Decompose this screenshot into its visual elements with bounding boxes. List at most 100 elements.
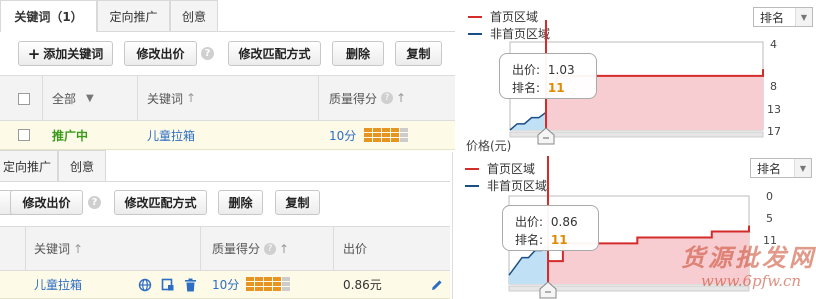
quality-bar-cell [364,138,372,142]
help-icon[interactable]: ? [201,47,214,60]
y-tick-label: 17 [767,125,781,138]
quality-column-label: 质量得分 [329,91,378,106]
top-panel: 关键词（1） 定向推广 创意 + 添加关键词 修改出价 ? 修改匹配方式 删除 … [0,0,455,150]
tooltip-bid-row: 出价: 0.86 [515,213,578,230]
modify-match-button[interactable]: 修改匹配方式 [228,41,321,66]
quality-bar-cell [264,282,272,286]
keyword-column-header[interactable]: 关键词 ↑ [147,76,196,120]
delete-button[interactable]: 删除 [218,190,263,215]
tab-targeting[interactable]: 定向推广 [97,0,170,31]
tab-targeting[interactable]: 定向推广 [0,150,58,181]
y-tick-label: 13 [767,103,781,116]
keyword-column-header[interactable]: 关键词 ↑ [34,227,83,270]
keyword-link[interactable]: 儿童拉箱 [34,271,82,298]
col-divider [25,227,26,270]
quality-bar-cell [255,277,263,281]
tooltip-bid-label: 出价: [515,215,544,229]
tab-keywords[interactable]: 关键词（1） [0,0,97,32]
quality-score: 10分 [212,278,240,292]
help-icon[interactable]: ? [88,196,101,209]
quality-bar-cell [373,133,381,137]
quality-bar-cell [391,133,399,137]
quality-bar-cell [373,128,381,132]
quality-bar-cell [382,138,390,142]
tab-creative[interactable]: 创意 [170,0,218,31]
quality-bar-cell [255,287,263,291]
keyword-column-label: 关键词 [147,91,184,106]
quality-bar-cell [382,128,390,132]
quality-bar-cell [373,138,381,142]
quality-score: 10分 [329,128,357,143]
status-filter-label: 全部 [52,91,77,106]
bottom-panel: 定向推广 创意 修改出价 ? 修改匹配方式 删除 复制 关键词 ↑ 质量得分 ?… [0,150,450,299]
pencil-icon[interactable] [431,271,443,298]
bottom-tab-bar: 定向推广 创意 [0,150,450,182]
tooltip-bid-value: 1.03 [547,63,575,77]
quality-bar-cell [264,277,272,281]
add-keyword-label: 添加关键词 [43,47,104,61]
bottom-table-header: 关键词 ↑ 质量得分 ? ↑ 出价 [0,226,450,271]
modify-bid-button[interactable]: 修改出价 [124,41,197,66]
tooltip-rank-label: 排名: [512,81,541,95]
keyword-link[interactable]: 儿童拉箱 [147,121,195,149]
copy-button[interactable]: 复制 [275,190,320,215]
tooltip-rank-row: 排名: 11 [515,231,568,248]
top-table-header: 全部 ▼ 关键词 ↑ 质量得分 ? ↑ [0,75,455,121]
quality-bar-cell [282,282,290,286]
col-divider [42,76,43,120]
help-icon[interactable]: ? [264,242,277,255]
quality-bar-cell [282,287,290,291]
tooltip-rank-label: 排名: [515,233,544,247]
quality-bars [364,128,408,142]
status-filter[interactable]: 全部 ▼ [52,76,94,120]
tooltip-rank-value: 11 [547,81,565,95]
quality-bar-cell [273,287,281,291]
quality-column-header[interactable]: 质量得分 ? ↑ [212,227,289,270]
quality-column-label: 质量得分 [212,242,261,256]
y-tick-label: 4 [770,38,777,51]
quality-bars [246,277,290,291]
sort-icon: ↑ [186,91,197,105]
tooltip-rank-value: 11 [550,233,568,247]
quality-bar-cell [255,282,263,286]
top-tab-bar: 关键词（1） 定向推广 创意 [0,0,455,32]
quality-bar-cell [391,138,399,142]
quality-bar-cell [400,138,408,142]
sort-icon: ↑ [73,241,84,256]
help-icon[interactable]: ? [381,92,394,104]
col-divider [137,76,138,120]
quality-bar-cell [246,287,254,291]
tooltip-bid-row: 出价: 1.03 [512,61,575,78]
quality-bar-cell [264,287,272,291]
watermark-url: www.6pfw.cn [701,272,802,290]
row-checkbox[interactable] [18,129,30,141]
trash-icon[interactable] [184,271,197,298]
col-divider [333,227,334,270]
tooltip-bid-value: 0.86 [550,215,578,229]
mobile-preview-icon[interactable] [161,271,175,298]
bid-column-header[interactable]: 出价 [343,227,367,270]
delete-button[interactable]: 删除 [332,41,384,66]
quality-bar-cell [246,282,254,286]
add-keyword-button[interactable]: + 添加关键词 [18,41,113,66]
caret-down-icon: ▼ [86,92,94,104]
modify-match-button[interactable]: 修改匹配方式 [114,190,207,215]
quality-column-header[interactable]: 质量得分 ? ↑ [329,76,406,120]
bottom-chart-panel: 首页区域 非首页区域 排名 ▼ 0 5 11 出价: 0.86 排名: 11 货… [452,152,816,299]
quality-bar-cell [246,277,254,281]
copy-button[interactable]: 复制 [395,41,442,66]
quality-bar-cell [273,282,281,286]
watermark-title: 货源批发网 [681,243,816,272]
table-row: 推广中 儿童拉箱 10分 [0,121,455,150]
tooltip-bid-label: 出价: [512,63,541,77]
quality-bar-cell [364,128,372,132]
col-divider [200,227,201,270]
select-all-checkbox[interactable] [18,93,30,105]
tab-creative[interactable]: 创意 [58,150,106,181]
quality-bar-cell [282,277,290,281]
quality-bar-cell [400,128,408,132]
quality-bar-cell [364,133,372,137]
globe-icon[interactable] [138,271,152,298]
modify-bid-button[interactable]: 修改出价 [10,190,83,215]
y-tick-label: 8 [770,80,777,93]
